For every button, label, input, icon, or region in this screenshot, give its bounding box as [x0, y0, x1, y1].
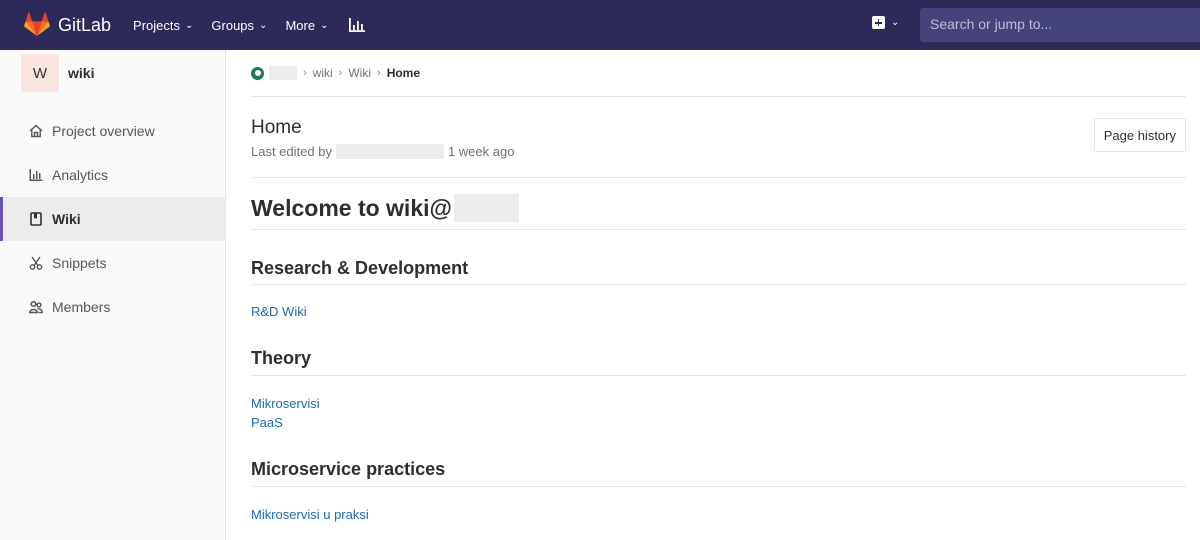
- home-icon: [28, 123, 44, 139]
- breadcrumb-current[interactable]: Home: [387, 66, 420, 80]
- top-navbar: GitLab Projects ⌄ Groups ⌄ More ⌄ ⌄ Sear…: [0, 0, 1200, 50]
- sidebar-item-label: Project overview: [52, 123, 155, 139]
- chevron-down-icon: ⌄: [259, 19, 268, 31]
- wiki-heading: Welcome to wiki@: [251, 194, 519, 222]
- link-paas[interactable]: PaaS: [251, 415, 283, 430]
- breadcrumb-item-wiki-section[interactable]: Wiki: [348, 66, 371, 80]
- groups-menu[interactable]: Groups ⌄: [211, 18, 267, 33]
- wiki-heading-text: Welcome to wiki@: [251, 194, 452, 221]
- divider: [251, 284, 1186, 285]
- book-icon: [28, 211, 44, 227]
- sidebar-item-wiki[interactable]: Wiki: [0, 197, 225, 241]
- project-name: wiki: [68, 65, 95, 81]
- brand-name: GitLab: [58, 14, 112, 35]
- chevron-down-icon: ⌄: [891, 17, 900, 28]
- sidebar-item-analytics[interactable]: Analytics: [0, 153, 225, 197]
- more-menu-label: More: [285, 17, 316, 33]
- tanuki-icon: [24, 12, 50, 36]
- scissors-icon: [28, 255, 44, 271]
- gitlab-logo[interactable]: GitLab: [24, 12, 111, 38]
- section-heading-theory: Theory: [251, 348, 312, 368]
- chevron-right-icon: ›: [338, 67, 343, 79]
- groups-menu-label: Groups: [211, 17, 255, 33]
- plus-square-icon: [872, 16, 885, 29]
- nav-menu: Projects ⌄ Groups ⌄ More ⌄: [133, 16, 366, 34]
- section-heading-microservice-practices: Microservice practices: [251, 459, 446, 479]
- search-placeholder: Search or jump to...: [930, 16, 1053, 32]
- sidebar-item-members[interactable]: Members: [0, 285, 225, 329]
- last-edited-prefix: Last edited by: [251, 144, 332, 159]
- page-title: Home: [251, 117, 302, 138]
- search-input[interactable]: Search or jump to...: [920, 8, 1200, 42]
- sidebar-item-label: Wiki: [52, 211, 81, 227]
- sidebar-item-project-overview[interactable]: Project overview: [0, 109, 225, 153]
- project-header[interactable]: W wiki: [0, 50, 225, 96]
- projects-menu[interactable]: Projects ⌄: [133, 18, 193, 33]
- last-edited-time: 1 week ago: [447, 144, 515, 159]
- chart-icon: [28, 167, 44, 183]
- activity-chart-icon[interactable]: [348, 16, 366, 34]
- wiki-page-header: Home Last edited by 1 week ago Page hist…: [251, 97, 1186, 178]
- sidebar-item-label: Analytics: [52, 167, 109, 183]
- divider: [251, 229, 1186, 230]
- section-heading-research: Research & Development: [251, 258, 469, 278]
- group-avatar-icon[interactable]: [251, 66, 264, 80]
- redacted-group-name[interactable]: [269, 66, 297, 80]
- chevron-down-icon: ⌄: [185, 19, 194, 31]
- link-mikroservisi[interactable]: Mikroservisi: [251, 396, 320, 411]
- link-rd-wiki[interactable]: R&D Wiki: [251, 304, 307, 319]
- redacted-heading-part: [453, 194, 519, 222]
- more-menu[interactable]: More ⌄: [285, 18, 328, 33]
- chevron-right-icon: ›: [303, 67, 307, 79]
- breadcrumb: › wiki › Wiki › Home: [251, 50, 1186, 97]
- main-content: › wiki › Wiki › Home Home Last edited by…: [251, 50, 1186, 522]
- sidebar-item-label: Members: [52, 299, 111, 315]
- last-edited-info: Last edited by 1 week ago: [251, 144, 514, 159]
- redacted-author[interactable]: [335, 144, 444, 159]
- page-history-button[interactable]: Page history: [1093, 118, 1186, 152]
- chevron-right-icon: ›: [377, 67, 381, 79]
- sidebar-item-label: Snippets: [52, 255, 107, 271]
- new-dropdown-button[interactable]: ⌄: [872, 16, 899, 29]
- users-icon: [28, 299, 44, 315]
- sidebar-item-snippets[interactable]: Snippets: [0, 241, 225, 285]
- projects-menu-label: Projects: [133, 17, 181, 33]
- sidebar: W wiki Project overview Analytics Wiki S…: [0, 50, 226, 540]
- chevron-down-icon: ⌄: [320, 19, 329, 31]
- breadcrumb-item-wiki[interactable]: wiki: [313, 66, 333, 80]
- project-avatar: W: [21, 54, 59, 92]
- divider: [251, 375, 1186, 376]
- divider: [251, 486, 1186, 487]
- link-mikroservisi-u-praksi[interactable]: Mikroservisi u praksi: [251, 507, 369, 522]
